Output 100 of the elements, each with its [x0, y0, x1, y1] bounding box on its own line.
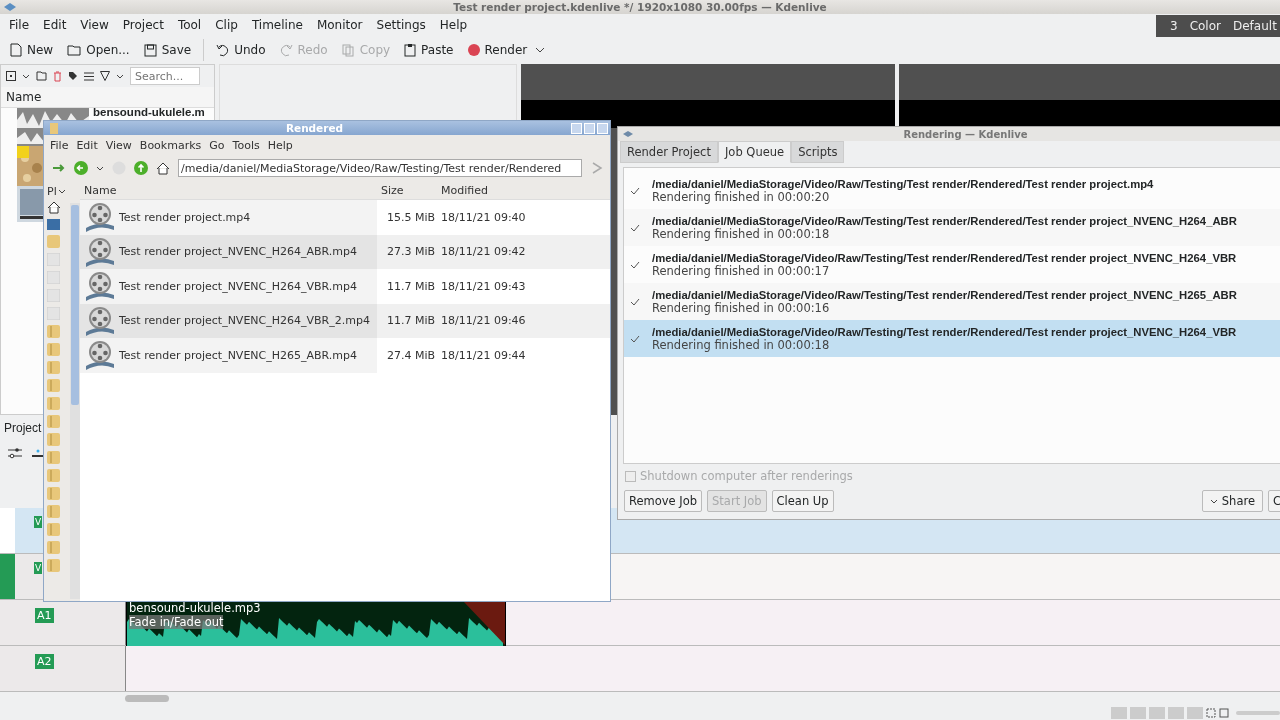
clip-name[interactable]: bensound-ukulele.m	[93, 107, 205, 118]
column-header[interactable]: Modified	[437, 183, 610, 197]
minimize-button[interactable]	[571, 122, 582, 134]
file-date: 18/11/21 09:44	[440, 348, 527, 362]
drive-icon[interactable]	[47, 253, 60, 266]
dialog-button[interactable]: Clean Up	[771, 490, 834, 512]
desktop-icon[interactable]	[47, 219, 60, 230]
arrow-icon[interactable]	[52, 163, 66, 173]
job-row[interactable]: /media/daniel/MediaStorage/Video/Raw/Testing/Test render/Rendered/Test render project_NVENC_H265_ABR Rendering finished in 00:00:16	[624, 283, 1280, 320]
folder-icon[interactable]	[36, 71, 47, 81]
job-row[interactable]: /media/daniel/MediaStorage/Video/Raw/Testing/Test render/Rendered/Test render project_NVENC_H264_ABR Rendering finished in 00:00:18	[624, 209, 1280, 246]
copy-icon	[341, 43, 355, 57]
job-path: /media/daniel/MediaStorage/Video/Raw/Testing/Test render/Rendered/Test render project_NVENC_H264_VBR	[652, 325, 1237, 338]
close-button[interactable]	[597, 122, 608, 134]
add-clip-icon[interactable]	[6, 71, 16, 81]
search-field[interactable]: Search...	[130, 67, 200, 85]
status-toggle-icon[interactable]	[1130, 707, 1146, 719]
drive-icon[interactable]	[47, 307, 60, 320]
chevron-down-icon[interactable]	[116, 73, 124, 79]
menu-item[interactable]: Project	[115, 18, 171, 32]
menu-item[interactable]: File	[46, 138, 73, 152]
record-icon	[467, 44, 480, 56]
menu-item[interactable]: Go	[205, 138, 229, 152]
tab[interactable]: Job Queue	[717, 141, 792, 163]
scrollbar-handle[interactable]	[71, 205, 79, 405]
places-header[interactable]: Pl	[44, 181, 80, 201]
job-status: Rendering finished in 00:00:17	[652, 263, 830, 278]
status-toggle-icon[interactable]	[1168, 707, 1184, 719]
toolbar-button[interactable]: Paste	[398, 41, 460, 59]
share-button[interactable]: Share	[1201, 490, 1263, 512]
layout-tab[interactable]: Color	[1183, 19, 1227, 33]
menu-item[interactable]: Help	[263, 138, 297, 152]
layout-tab[interactable]: Default	[1227, 19, 1280, 33]
tab[interactable]: Scripts	[791, 141, 845, 163]
menu-item[interactable]: Tools	[228, 138, 264, 152]
menu-item[interactable]: Edit	[36, 18, 74, 32]
menu-item[interactable]: Edit	[72, 138, 102, 152]
drive-icon[interactable]	[47, 289, 60, 302]
chevron-down-icon[interactable]	[96, 165, 104, 171]
menu-item[interactable]: Timeline	[244, 18, 310, 32]
menu-item[interactable]: Bookmarks	[135, 138, 206, 152]
job-path: /media/daniel/MediaStorage/Video/Raw/Testing/Test render/Rendered/Test render project_NVENC_H265_ABR	[652, 288, 1237, 301]
path-field[interactable]: /media/daniel/MediaStorage/Video/Raw/Testing/Test render/Rendered	[178, 159, 582, 177]
job-path: /media/daniel/MediaStorage/Video/Raw/Testing/Test render/Rendered/Test render project_NVENC_H264_ABR	[652, 214, 1237, 227]
go-icon[interactable]	[590, 161, 604, 175]
toolbar-button[interactable]: Render	[461, 41, 534, 59]
menu-item[interactable]: View	[73, 18, 116, 32]
filter-icon[interactable]	[100, 71, 110, 81]
status-toggle-icon[interactable]	[1187, 707, 1203, 719]
menu-item[interactable]: Tool	[170, 18, 209, 32]
job-path: /media/daniel/MediaStorage/Video/Raw/Testing/Test render/Rendered/Test render project.mp4	[652, 177, 1154, 190]
up-icon[interactable]	[134, 161, 148, 175]
trash-icon[interactable]	[53, 70, 62, 82]
menu-item[interactable]: File	[2, 18, 37, 32]
home-icon[interactable]	[156, 161, 170, 175]
toolbar-button[interactable]: Open...	[61, 41, 136, 59]
sliders-icon[interactable]	[8, 446, 22, 459]
clip-title: bensound-ukulele.mp3	[129, 601, 261, 615]
undo-icon	[216, 43, 230, 57]
menu-item[interactable]: Help	[432, 18, 475, 32]
scrollbar-handle[interactable]	[125, 695, 169, 702]
toolbar-button[interactable]: Save	[137, 41, 198, 59]
back-icon[interactable]	[74, 161, 88, 175]
job-row[interactable]: /media/daniel/MediaStorage/Video/Raw/Testing/Test render/Rendered/Test render project_NVENC_H264_VBR Rendering finished in 00:00:18	[624, 320, 1280, 357]
panel-tab[interactable]: Project	[0, 420, 42, 435]
file-name[interactable]: Test render project.mp4	[119, 210, 251, 224]
job-row[interactable]: /media/daniel/MediaStorage/Video/Raw/Testing/Test render/Rendered/Test render project.mp4 Rendering finished in 00:00:20	[624, 172, 1280, 209]
dialog-button[interactable]: Remove Job	[624, 490, 703, 512]
home-icon[interactable]	[47, 201, 61, 214]
menu-item[interactable]: Clip	[208, 18, 245, 32]
track-label: A1	[35, 608, 54, 623]
film-reel-icon	[84, 271, 116, 302]
tag-icon[interactable]	[68, 71, 78, 81]
chevron-down-icon[interactable]	[535, 47, 546, 53]
toolbar-button[interactable]: Undo	[210, 41, 272, 59]
dialog-button[interactable]: C	[1268, 490, 1280, 512]
job-row[interactable]: /media/daniel/MediaStorage/Video/Raw/Testing/Test render/Rendered/Test render project_NVENC_H264_VBR Rendering finished in 00:00:17	[624, 246, 1280, 283]
app-icon	[622, 130, 634, 138]
redo-icon	[279, 43, 293, 57]
menu-item[interactable]: Settings	[369, 18, 433, 32]
zoom-fit-icon[interactable]	[1206, 708, 1216, 718]
clipboard-icon	[404, 43, 417, 57]
column-header[interactable]: Name	[1, 87, 214, 108]
insert-icon[interactable]	[32, 447, 44, 458]
maximize-button[interactable]	[584, 122, 595, 134]
status-toggle-icon[interactable]	[1111, 707, 1127, 719]
zoom-icon[interactable]	[1219, 708, 1229, 718]
chevron-down-icon[interactable]	[22, 73, 30, 79]
drive-icon[interactable]	[47, 271, 60, 284]
list-icon[interactable]	[84, 71, 94, 81]
menu-item[interactable]: Monitor	[309, 18, 370, 32]
menu-item[interactable]: View	[101, 138, 136, 152]
track-label: V	[34, 562, 43, 574]
column-header[interactable]: Size	[377, 183, 437, 197]
audio-clip[interactable]: bensound-ukulele.mp3 Fade in/Fade out	[126, 600, 506, 647]
toolbar-button[interactable]: New	[4, 41, 60, 59]
tab[interactable]: Render Project	[620, 141, 718, 163]
layout-tab[interactable]: 3	[1164, 19, 1184, 33]
status-toggle-icon[interactable]	[1149, 707, 1165, 719]
column-header[interactable]: Name	[80, 183, 377, 197]
